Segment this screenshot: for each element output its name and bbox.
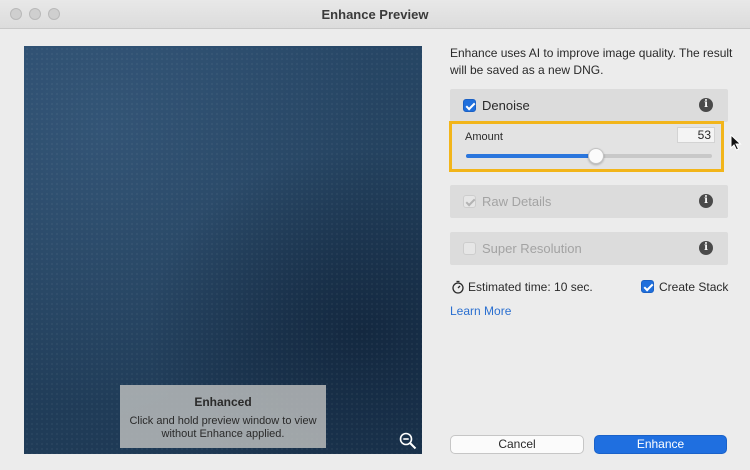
stopwatch-icon bbox=[452, 280, 464, 294]
info-icon[interactable]: i bbox=[699, 241, 713, 255]
denoise-label: Denoise bbox=[482, 98, 530, 113]
cancel-button[interactable]: Cancel bbox=[450, 435, 584, 454]
create-stack-checkbox[interactable] bbox=[641, 280, 654, 293]
info-icon[interactable]: i bbox=[699, 98, 713, 112]
raw-details-label: Raw Details bbox=[482, 194, 552, 209]
learn-more-link[interactable]: Learn More bbox=[450, 304, 511, 318]
raw-details-checkbox[interactable] bbox=[463, 195, 476, 208]
info-icon[interactable]: i bbox=[699, 194, 713, 208]
denoise-panel: Denoise i bbox=[450, 89, 728, 122]
super-resolution-label: Super Resolution bbox=[482, 241, 582, 256]
create-stack-label: Create Stack bbox=[659, 280, 729, 294]
preview-image[interactable]: Enhanced Click and hold preview window t… bbox=[24, 46, 422, 454]
window-title: Enhance Preview bbox=[321, 7, 429, 22]
super-resolution-checkbox[interactable] bbox=[463, 242, 476, 255]
amount-value-field[interactable]: 53 bbox=[677, 127, 715, 143]
overlay-message: Click and hold preview window to view wi… bbox=[129, 415, 317, 440]
zoom-out-icon[interactable] bbox=[399, 432, 417, 450]
amount-slider-fill bbox=[466, 154, 597, 158]
mouse-cursor-icon bbox=[730, 134, 742, 151]
amount-label: Amount bbox=[465, 131, 503, 143]
raw-details-panel: Raw Details i bbox=[450, 185, 728, 218]
amount-highlight: Amount 53 bbox=[449, 121, 724, 172]
title-bar: Enhance Preview bbox=[0, 0, 750, 29]
enhance-preview-window: Enhance Preview Enhanced Click and hold … bbox=[0, 0, 750, 470]
amount-slider-thumb[interactable] bbox=[588, 148, 605, 164]
enhanced-overlay: Enhanced Click and hold preview window t… bbox=[120, 385, 326, 448]
enhance-description: Enhance uses AI to improve image quality… bbox=[450, 46, 733, 77]
enhance-button[interactable]: Enhance bbox=[594, 435, 727, 454]
overlay-title: Enhanced bbox=[194, 395, 252, 409]
super-resolution-panel: Super Resolution i bbox=[450, 232, 728, 265]
denoise-checkbox[interactable] bbox=[463, 99, 476, 112]
amount-slider[interactable] bbox=[466, 148, 712, 164]
estimated-time: Estimated time: 10 sec. bbox=[468, 280, 593, 294]
